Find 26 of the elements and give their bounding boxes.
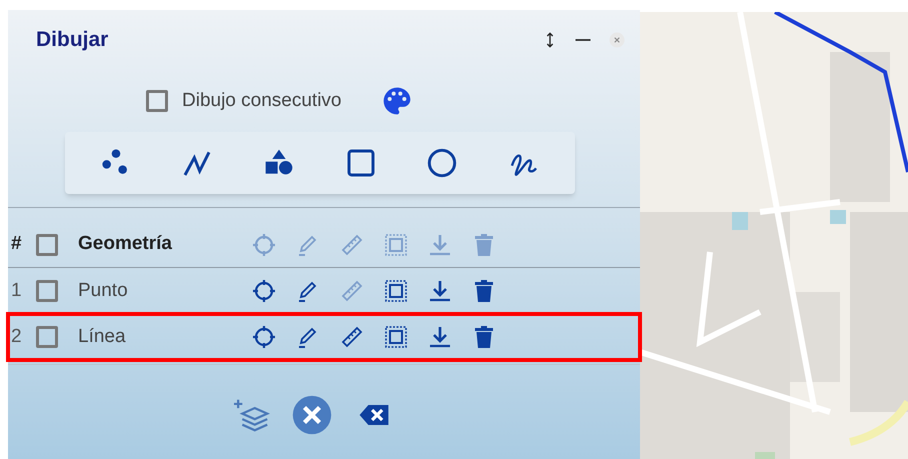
close-icon[interactable]: [608, 31, 626, 49]
crosshair-icon[interactable]: [252, 279, 276, 303]
row-label: Punto: [77, 278, 129, 303]
selection-icon[interactable]: [384, 279, 408, 303]
column-header: Geometría: [77, 232, 173, 256]
circle-icon: [426, 147, 458, 179]
checkbox[interactable]: [36, 326, 58, 348]
cancel-icon[interactable]: [292, 395, 332, 435]
checkbox-label: Dibujo consecutivo: [182, 88, 342, 113]
selection-icon[interactable]: [384, 325, 408, 349]
checkbox[interactable]: [146, 90, 168, 112]
panel-title: Dibujar: [36, 27, 108, 54]
palette-icon[interactable]: [381, 85, 414, 117]
download-icon[interactable]: [428, 325, 452, 349]
checkbox[interactable]: [36, 234, 58, 256]
ruler-icon[interactable]: [340, 325, 364, 349]
column-header: #: [10, 232, 23, 256]
crosshair-icon[interactable]: [252, 325, 276, 349]
row-label: Línea: [77, 324, 127, 349]
row-number: 1: [10, 278, 23, 303]
row-number: 2: [10, 324, 23, 349]
trash-icon[interactable]: [472, 279, 496, 303]
download-icon[interactable]: [428, 279, 452, 303]
checkbox[interactable]: [36, 280, 58, 302]
square-icon: [344, 147, 377, 179]
trash-icon[interactable]: [472, 325, 496, 349]
